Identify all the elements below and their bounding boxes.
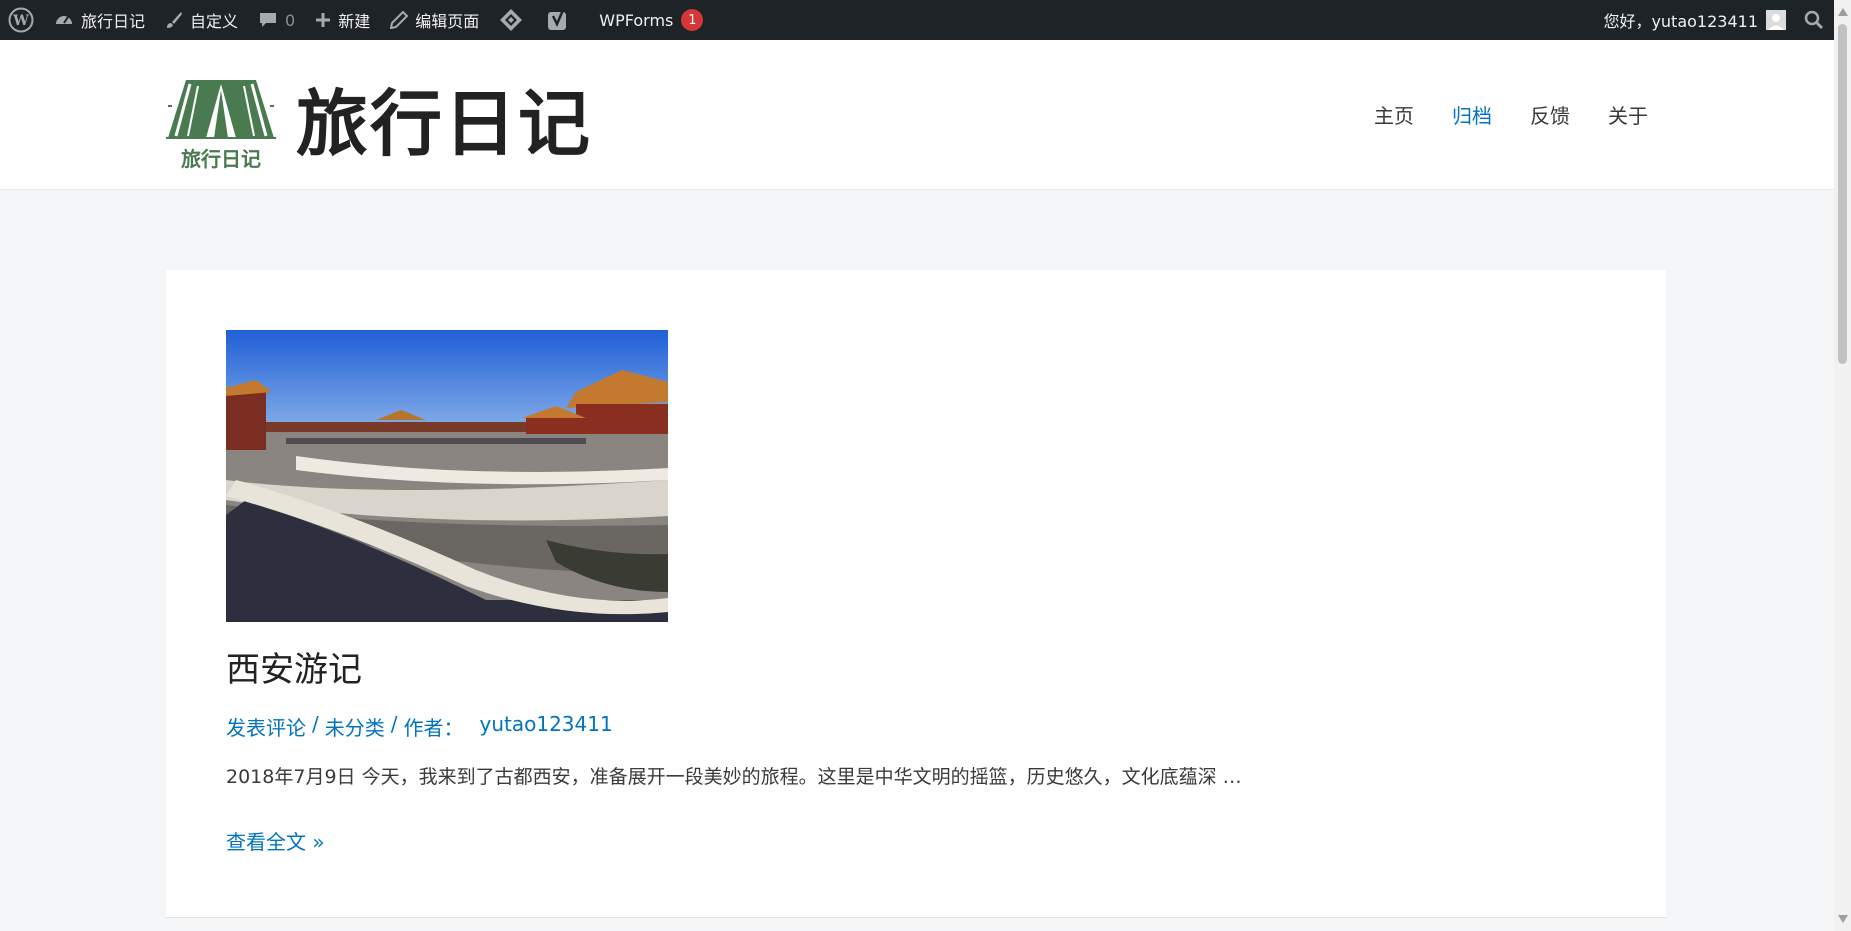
wordpress-icon: W	[8, 7, 34, 33]
admin-search-button[interactable]	[1796, 0, 1834, 40]
comments-button[interactable]: 0	[248, 0, 305, 40]
yoast-seo-button[interactable]	[533, 0, 583, 40]
scrollbar-thumb[interactable]	[1838, 24, 1847, 364]
dashboard-icon	[54, 10, 74, 30]
search-icon	[1804, 10, 1824, 30]
customize-button[interactable]: 自定义	[155, 0, 248, 40]
nav-item-about[interactable]: 关于	[1608, 100, 1648, 129]
nav-item-archive[interactable]: 归档	[1452, 100, 1492, 129]
page-scrollbar[interactable]	[1834, 0, 1851, 931]
site-header: 旅行日记 旅行日记 主页 归档 反馈 关于	[0, 40, 1834, 190]
nav-item-feedback[interactable]: 反馈	[1530, 100, 1570, 129]
post-featured-image[interactable]	[226, 330, 668, 622]
brush-icon	[165, 11, 183, 29]
edit-page-label: 编辑页面	[415, 12, 480, 31]
read-more-link[interactable]: 查看全文 »	[226, 826, 325, 855]
author-link[interactable]: yutao123411	[480, 712, 613, 741]
category-link[interactable]: 未分类	[325, 712, 385, 741]
greeting-label: 您好，yutao123411	[1603, 12, 1758, 31]
site-name-button[interactable]: 旅行日记	[44, 0, 155, 40]
comment-link[interactable]: 发表评论	[226, 712, 306, 741]
wpforms-label: WPForms	[599, 10, 674, 30]
site-branding: 旅行日记 旅行日记	[166, 76, 592, 172]
author-label: 作者：	[403, 716, 464, 740]
plus-icon	[315, 12, 331, 28]
edit-page-button[interactable]: 编辑页面	[380, 0, 489, 40]
admin-bar: W 旅行日记 自定义 0 新建 编辑页面 WPForms 1 您好，yutao1…	[0, 0, 1834, 40]
site-name-label: 旅行日记	[81, 12, 146, 31]
comment-icon	[258, 10, 278, 30]
scroll-up-arrow-icon[interactable]	[1838, 8, 1848, 16]
scroll-down-arrow-icon[interactable]	[1838, 915, 1848, 923]
user-account-menu[interactable]: 您好，yutao123411	[1593, 0, 1796, 40]
meta-separator: /	[390, 712, 398, 736]
comments-count: 0	[285, 10, 296, 30]
diamond-icon	[499, 8, 523, 32]
svg-text:W: W	[12, 13, 29, 29]
avatar	[1766, 10, 1786, 30]
diamond-plugin-button[interactable]	[489, 0, 533, 40]
wordpress-logo-button[interactable]: W	[0, 0, 44, 40]
wpforms-notification-badge: 1	[681, 9, 704, 31]
pencil-icon	[390, 11, 409, 29]
new-content-button[interactable]: 新建	[305, 0, 380, 40]
new-label: 新建	[338, 12, 371, 31]
site-logo[interactable]: 旅行日记	[166, 76, 276, 172]
post-meta: 发表评论 / 未分类 / 作者： yutao123411	[226, 712, 613, 741]
customize-label: 自定义	[190, 12, 239, 31]
site-title[interactable]: 旅行日记	[296, 88, 592, 160]
meta-separator: /	[312, 712, 319, 736]
nav-item-home[interactable]: 主页	[1374, 100, 1414, 129]
post-title[interactable]: 西安游记	[226, 650, 362, 691]
logo-text: 旅行日记	[181, 147, 261, 171]
primary-navigation: 主页 归档 反馈 关于	[1374, 100, 1648, 129]
post-excerpt: 2018年7月9日 今天，我来到了古都西安，准备展开一段美妙的旅程。这里是中华文…	[226, 766, 1242, 788]
post-card: 西安游记 发表评论 / 未分类 / 作者： yutao123411 2018年7…	[166, 270, 1666, 918]
wpforms-button[interactable]: WPForms 1	[583, 0, 713, 40]
yoast-icon	[547, 8, 569, 32]
